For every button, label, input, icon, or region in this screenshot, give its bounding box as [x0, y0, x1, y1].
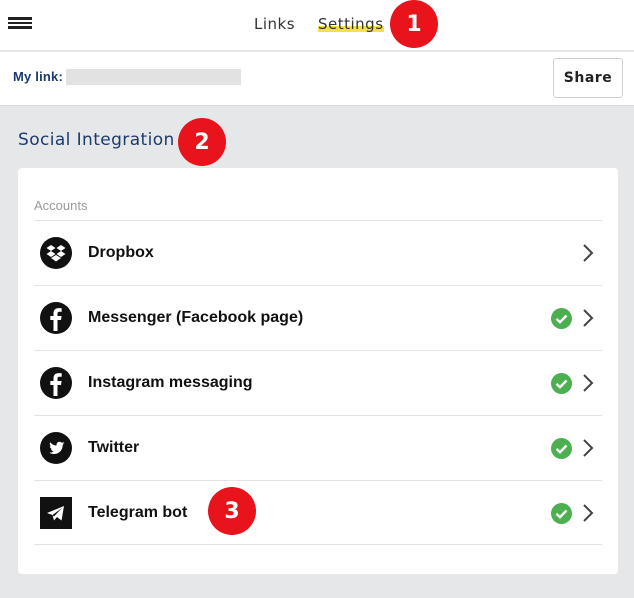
chevron-right-icon: [583, 309, 594, 327]
account-row-telegram[interactable]: Telegram bot: [34, 480, 602, 545]
account-row-instagram[interactable]: Instagram messaging: [34, 350, 602, 415]
account-name: Telegram bot: [88, 504, 188, 521]
my-link-value[interactable]: [66, 69, 241, 85]
top-nav: Links Settings: [0, 0, 634, 51]
hamburger-menu-icon[interactable]: [8, 17, 32, 31]
account-name: Twitter: [88, 439, 140, 456]
chevron-right-icon: [583, 439, 594, 457]
account-row-twitter[interactable]: Twitter: [34, 415, 602, 480]
account-row-messenger[interactable]: Messenger (Facebook page): [34, 285, 602, 350]
connected-check-icon: [551, 373, 572, 394]
section-title: Social Integration: [18, 130, 175, 150]
annotation-badge-1: 1: [390, 0, 438, 48]
chevron-right-icon: [583, 504, 594, 522]
account-name: Instagram messaging: [88, 374, 253, 391]
chevron-right-icon: [583, 244, 594, 262]
connected-check-icon: [551, 438, 572, 459]
accounts-card: Accounts Dropbox Messenger (Facebook pag…: [18, 168, 618, 574]
account-name: Dropbox: [88, 244, 154, 261]
annotation-badge-3: 3: [208, 487, 256, 535]
tab-settings[interactable]: Settings: [318, 15, 384, 33]
tab-settings-label: Settings: [318, 15, 384, 33]
twitter-icon: [40, 432, 72, 464]
share-button[interactable]: Share: [553, 58, 623, 98]
facebook-icon: [40, 367, 72, 399]
connected-check-icon: [551, 503, 572, 524]
telegram-icon: [40, 497, 72, 529]
link-bar: My link: Share: [0, 52, 634, 106]
facebook-icon: [40, 302, 72, 334]
connected-check-icon: [551, 308, 572, 329]
account-row-dropbox[interactable]: Dropbox: [34, 220, 602, 285]
dropbox-icon: [40, 237, 72, 269]
annotation-badge-2: 2: [178, 118, 226, 166]
my-link-label: My link:: [13, 69, 63, 84]
chevron-right-icon: [583, 374, 594, 392]
account-name: Messenger (Facebook page): [88, 309, 304, 326]
accounts-label: Accounts: [34, 198, 88, 213]
tab-links[interactable]: Links: [254, 15, 295, 33]
